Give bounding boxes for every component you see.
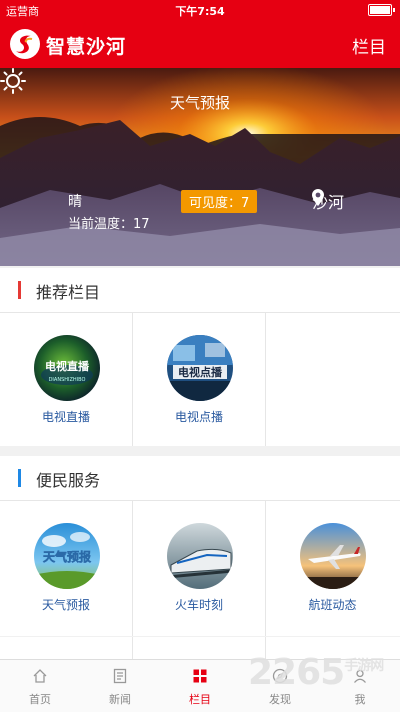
recommended-section-header: 推荐栏目 [0, 268, 400, 313]
tab-home[interactable]: 首页 [0, 660, 80, 712]
news-icon [113, 668, 127, 684]
app-title: 智慧沙河 [46, 36, 127, 58]
train-schedule-thumbnail [167, 523, 233, 589]
tile-partial [0, 637, 133, 659]
services-grid: 天气预报 天气预报 火车时刻 航班动态 [0, 501, 400, 636]
tv-live-thumbnail: 电视直播 DIANSHIZHIBO [34, 335, 100, 401]
weather-forecast-image-text: 天气预报 [43, 549, 91, 564]
columns-button[interactable]: 栏目 [352, 33, 386, 58]
tile-label: 航班动态 [308, 598, 357, 612]
recommended-title: 推荐栏目 [36, 283, 101, 302]
weather-banner[interactable]: 天气预报 晴 当前温度：17 可见度：7 沙河 [0, 68, 400, 266]
watermark-number: 2265 [248, 652, 345, 693]
tile-tv-vod[interactable]: 电视点播 电视点播 [133, 313, 266, 446]
tab-label: 发现 [269, 693, 291, 706]
tab-news[interactable]: 新闻 [80, 660, 160, 712]
tv-live-image-text: 电视直播 [45, 359, 90, 373]
tile-label: 天气预报 [41, 598, 90, 612]
services-title: 便民服务 [36, 471, 101, 490]
tile-label: 电视直播 [41, 410, 90, 424]
app-logo-icon [10, 29, 40, 59]
section-accent-bar [18, 469, 21, 487]
tile-empty [266, 313, 399, 446]
tab-label: 栏目 [189, 693, 211, 706]
tile-label: 电视点播 [174, 410, 223, 424]
status-bar: 运营商 下午7:54 [0, 0, 400, 20]
section-accent-bar [18, 281, 21, 299]
watermark-suffix: 手游网 [344, 658, 384, 674]
tile-tv-live[interactable]: 电视直播 DIANSHIZHIBO 电视直播 [0, 313, 133, 446]
services-section-header: 便民服务 [0, 456, 400, 501]
site-watermark: 2265手游网 [248, 652, 384, 693]
battery-icon [368, 4, 395, 16]
tile-train-schedule[interactable]: 火车时刻 [133, 501, 266, 636]
tv-vod-thumbnail: 电视点播 [167, 335, 233, 401]
tab-label: 首页 [29, 693, 51, 706]
location-pin-icon [312, 189, 324, 206]
tab-label: 新闻 [109, 693, 131, 706]
grid-icon [193, 669, 207, 683]
tv-vod-image-text: 电视点播 [178, 365, 223, 379]
visibility-badge: 可见度：7 [181, 190, 258, 213]
tile-weather-forecast[interactable]: 天气预报 天气预报 [0, 501, 133, 636]
recommended-grid: 电视直播 DIANSHIZHIBO 电视直播 电视点播 电视点播 [0, 313, 400, 446]
sun-icon [0, 68, 26, 94]
weather-title: 天气预报 [169, 94, 230, 112]
tile-partial [133, 637, 266, 659]
tab-label: 我 [354, 693, 366, 706]
tile-label: 火车时刻 [174, 598, 223, 612]
clock: 下午7:54 [175, 5, 225, 18]
tile-flight-status[interactable]: 航班动态 [266, 501, 399, 636]
current-temperature: 当前温度：17 [68, 217, 150, 232]
location-label: 沙河 [312, 189, 344, 213]
tab-columns[interactable]: 栏目 [160, 660, 240, 712]
app-bar: 智慧沙河 栏目 [0, 20, 400, 68]
weather-condition: 晴 [68, 194, 82, 210]
weather-forecast-thumbnail: 天气预报 [34, 523, 100, 589]
home-icon [33, 669, 47, 683]
tv-live-image-subtext: DIANSHIZHIBO [49, 377, 86, 383]
flight-status-thumbnail [300, 523, 366, 589]
